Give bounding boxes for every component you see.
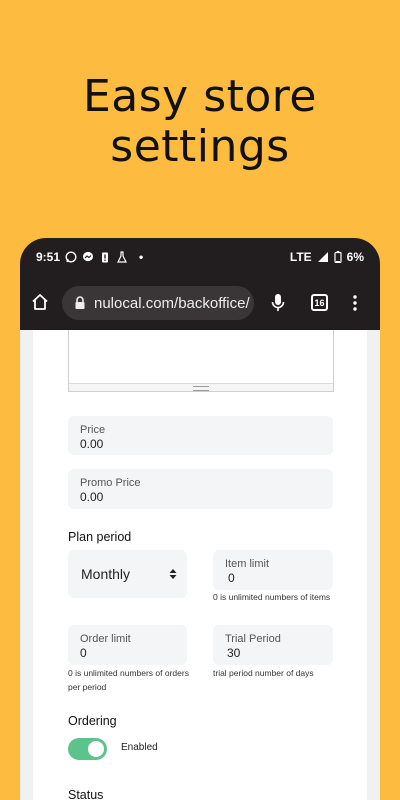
status-dot: • [139, 250, 144, 264]
order-limit-field[interactable]: Order limit 0 [68, 625, 187, 665]
promo-price-label: Promo Price [80, 477, 141, 489]
status-time: 9:51 [36, 250, 61, 264]
plan-period-select[interactable]: Monthly [68, 550, 187, 598]
order-limit-label: Order limit [80, 633, 131, 645]
plan-period-value: Monthly [81, 566, 131, 582]
network-type: LTE [289, 250, 312, 264]
browser-toolbar: nulocal.com/backoffice/ 16 [20, 278, 380, 330]
description-textarea[interactable] [68, 330, 334, 392]
tab-count: 16 [314, 297, 325, 308]
order-limit-hint-1: 0 is unlimited numbers of orders [68, 668, 189, 678]
headline-line-2: settings [110, 121, 290, 172]
web-content: Price 0.00 Promo Price 0.00 Plan period … [20, 330, 380, 800]
ordering-title: Ordering [68, 714, 117, 728]
order-limit-hint-2: per period [68, 682, 107, 692]
headline-line-1: Easy store [82, 71, 317, 122]
trial-period-value: 30 [227, 646, 241, 660]
chevron-updown-icon [169, 567, 177, 585]
page-margin-right [367, 330, 380, 800]
promo-price-field[interactable]: Promo Price 0.00 [68, 469, 333, 509]
promo-price-value: 0.00 [80, 490, 104, 504]
trial-period-field[interactable]: Trial Period 30 [213, 625, 333, 665]
plan-period-title: Plan period [68, 530, 132, 544]
ordering-toggle-label: Enabled [121, 742, 158, 753]
more-vert-icon[interactable] [353, 295, 357, 316]
status-title: Status [68, 788, 104, 800]
textarea-resize-handle[interactable] [69, 383, 333, 391]
toggle-knob [88, 741, 104, 757]
item-limit-label: Item limit [225, 558, 269, 570]
ordering-toggle[interactable] [68, 738, 107, 760]
lock-icon [70, 296, 90, 310]
mic-icon[interactable] [271, 293, 285, 318]
home-icon[interactable] [30, 292, 50, 317]
messenger-icon [82, 251, 94, 263]
url-text: nulocal.com/backoffice/ [94, 294, 250, 312]
order-limit-value: 0 [80, 646, 87, 660]
battery-icon [334, 251, 342, 264]
item-limit-hint: 0 is unlimited numbers of items [213, 592, 331, 602]
battery-level: 6% [346, 250, 364, 264]
lab-icon [116, 251, 128, 263]
signal-icon [317, 251, 329, 263]
headline: Easy store settings [0, 72, 400, 172]
address-bar[interactable]: nulocal.com/backoffice/ [62, 286, 254, 320]
tabs-icon[interactable]: 16 [311, 294, 328, 311]
item-limit-field[interactable]: Item limit 0 [213, 550, 333, 590]
trial-period-hint: trial period number of days [213, 668, 314, 678]
page-margin-left [20, 330, 33, 800]
item-limit-value: 0 [228, 571, 235, 585]
price-value: 0.00 [80, 437, 104, 451]
battery-alert-icon [99, 251, 111, 263]
whatsapp-icon [65, 251, 77, 263]
status-bar: 9:51 • LTE 6% [20, 238, 380, 276]
price-field[interactable]: Price 0.00 [68, 416, 333, 455]
trial-period-label: Trial Period [225, 633, 281, 645]
price-label: Price [80, 424, 106, 436]
